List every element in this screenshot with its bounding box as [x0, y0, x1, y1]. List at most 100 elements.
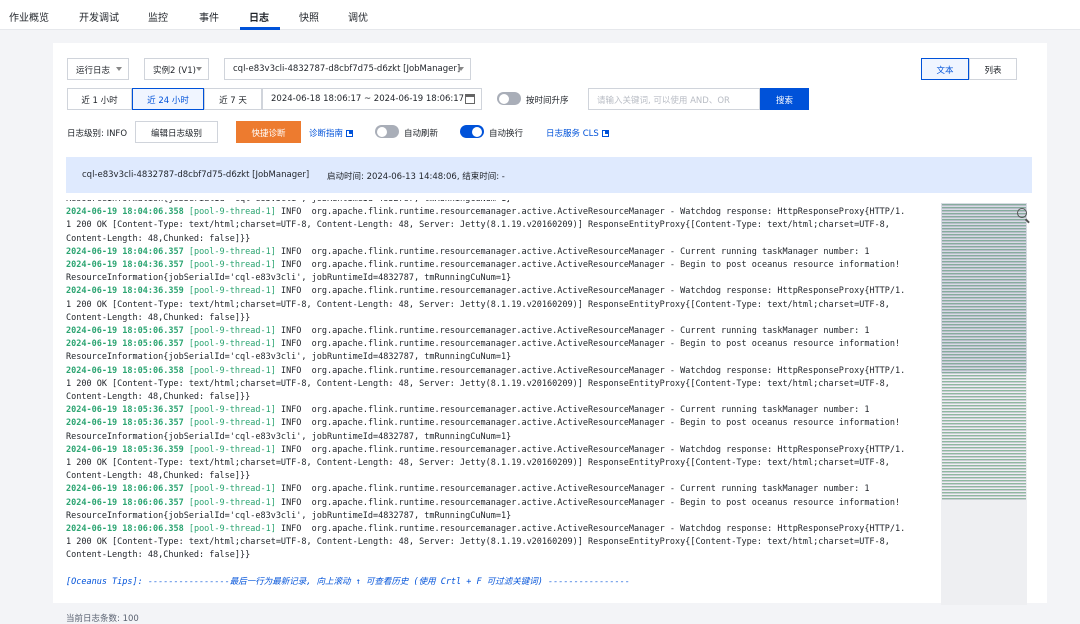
log-type-select[interactable]: 运行日志	[67, 58, 129, 80]
keyword-placeholder: 请输入关键词, 可以使用 AND、OR	[597, 96, 730, 106]
log-line: 2024-06-19 18:05:06.357 [pool-9-thread-1…	[66, 325, 939, 338]
log-timestamp: 2024-06-19 18:06:06.357	[66, 484, 184, 495]
time-1h-button[interactable]: 近 1 小时	[67, 88, 132, 110]
jobmanager-value: cql-e83v3cli-4832787-d8cbf7d75-d6zkt [Jo…	[233, 64, 461, 74]
log-line-continuation: ResourceInformation{jobSerialId='cql-e83…	[66, 431, 512, 442]
log-line: 2024-06-19 18:04:36.359 [pool-9-thread-1…	[66, 285, 939, 298]
log-timestamp: 2024-06-19 18:06:06.357	[66, 497, 184, 508]
jobmanager-select[interactable]: cql-e83v3cli-4832787-d8cbf7d75-d6zkt [Jo…	[224, 58, 471, 80]
time-24h-button[interactable]: 近 24 小时	[132, 88, 204, 110]
log-message: INFO org.apache.flink.runtime.resourcema…	[275, 484, 870, 495]
diagnose-guide-link[interactable]: 诊断指南	[309, 127, 354, 139]
log-thread: [pool-9-thread-1]	[188, 260, 276, 271]
tab-overview[interactable]: 作业概览	[9, 9, 49, 24]
log-thread: [pool-9-thread-1]	[188, 246, 276, 257]
edit-log-level-button[interactable]: 编辑日志级别	[135, 121, 218, 143]
keyword-search-input[interactable]: 请输入关键词, 可以使用 AND、OR	[588, 88, 760, 110]
toggle-knob	[499, 93, 509, 104]
log-message: INFO org.apache.flink.runtime.resourcema…	[275, 524, 906, 535]
log-spacer	[66, 563, 939, 576]
quick-diagnose-button[interactable]: 快捷诊断	[236, 121, 301, 143]
log-timestamp: 2024-06-19 18:05:06.358	[66, 365, 184, 376]
log-count: 当前日志条数: 100	[66, 614, 139, 624]
log-timestamp: 2024-06-19 18:05:36.357	[66, 418, 184, 429]
instance-select[interactable]: 实例2 (V1)	[144, 58, 209, 80]
chevron-down-icon	[196, 67, 202, 71]
search-button[interactable]: 搜索	[760, 88, 809, 110]
auto-refresh-toggle[interactable]	[375, 125, 399, 138]
external-link-icon	[601, 130, 609, 137]
log-line: 2024-06-19 18:06:06.358 [pool-9-thread-1…	[66, 523, 939, 536]
tab-logs[interactable]: 日志	[249, 9, 269, 24]
search-icon[interactable]	[1017, 208, 1027, 218]
log-line-continuation: ResourceInformation{jobSerialId='cql-e83…	[66, 510, 512, 521]
log-thread: [pool-9-thread-1]	[188, 418, 276, 429]
log-line: 2024-06-19 18:05:06.357 [pool-9-thread-1…	[66, 338, 939, 351]
tab-monitor[interactable]: 监控	[148, 9, 168, 24]
calendar-icon	[465, 94, 475, 104]
log-thread: [pool-9-thread-1]	[188, 497, 276, 508]
log-line: 2024-06-19 18:05:36.357 [pool-9-thread-1…	[66, 404, 939, 417]
log-timestamp: 2024-06-19 18:05:06.357	[66, 326, 184, 337]
tab-dev-debug[interactable]: 开发调试	[79, 9, 119, 24]
log-line: 2024-06-19 18:05:06.358 [pool-9-thread-1…	[66, 365, 939, 378]
auto-wrap-label: 自动换行	[489, 129, 524, 139]
cls-service-label: 日志服务 CLS	[546, 129, 599, 139]
banner-job-name: cql-e83v3cli-4832787-d8cbf7d75-d6zkt [Jo…	[82, 170, 310, 180]
log-message: INFO org.apache.flink.runtime.resourcema…	[275, 444, 906, 455]
cls-service-link[interactable]: 日志服务 CLS	[546, 127, 609, 139]
instance-info-banner: cql-e83v3cli-4832787-d8cbf7d75-d6zkt [Jo…	[66, 157, 1032, 193]
external-link-icon	[346, 130, 354, 137]
toggle-knob	[472, 126, 482, 137]
log-timestamp: 2024-06-19 18:04:36.359	[66, 286, 184, 297]
log-timestamp: 2024-06-19 18:04:36.357	[66, 260, 184, 271]
log-timestamp: 2024-06-19 18:04:06.358	[66, 207, 184, 218]
log-thread: [pool-9-thread-1]	[188, 326, 276, 337]
tab-snapshots[interactable]: 快照	[299, 9, 319, 24]
tab-events[interactable]: 事件	[199, 9, 219, 24]
view-list-button[interactable]: 列表	[969, 58, 1017, 80]
log-thread: [pool-9-thread-1]	[188, 405, 276, 416]
log-message: INFO org.apache.flink.runtime.resourcema…	[275, 260, 901, 271]
auto-wrap-toggle[interactable]	[460, 125, 484, 138]
log-message: INFO org.apache.flink.runtime.resourcema…	[275, 418, 901, 429]
log-line: 2024-06-19 18:06:06.357 [pool-9-thread-1…	[66, 483, 939, 496]
log-line-continuation: Content-Length: 48,Chunked: false]}}	[66, 312, 251, 323]
auto-refresh-label: 自动刷新	[404, 129, 439, 139]
log-line-continuation: 1 200 OK [Content-Type: text/html;charse…	[66, 458, 890, 469]
banner-start-time: 启动时间: 2024-06-13 14:48:06, 结束时间: -	[327, 172, 505, 182]
log-line: 2024-06-19 18:06:06.357 [pool-9-thread-1…	[66, 497, 939, 510]
log-line-continuation: 1 200 OK [Content-Type: text/html;charse…	[66, 537, 890, 548]
log-thread: [pool-9-thread-1]	[188, 339, 276, 350]
log-line-continuation: ResourceInformation{jobSerialId='cql-e83…	[66, 352, 512, 363]
log-minimap[interactable]	[941, 203, 1027, 605]
log-viewer[interactable]: ResourceInformation{jobSerialId='cql-e83…	[66, 200, 939, 598]
date-range-picker[interactable]: 2024-06-18 18:06:17 ~ 2024-06-19 18:06:1…	[262, 88, 482, 110]
instance-value: 实例2 (V1)	[153, 66, 196, 76]
log-type-value: 运行日志	[76, 66, 111, 76]
log-line: 2024-06-19 18:04:36.357 [pool-9-thread-1…	[66, 259, 939, 272]
log-thread: [pool-9-thread-1]	[188, 286, 276, 297]
log-line-continuation: Content-Length: 48,Chunked: false]}}	[66, 233, 251, 244]
log-timestamp: 2024-06-19 18:05:36.359	[66, 444, 184, 455]
diagnose-guide-label: 诊断指南	[309, 129, 344, 139]
tab-tuning[interactable]: 调优	[348, 9, 368, 24]
log-timestamp: 2024-06-19 18:06:06.358	[66, 524, 184, 535]
time-7d-button[interactable]: 近 7 天	[204, 88, 262, 110]
log-level-label: 日志级别: INFO	[67, 129, 128, 139]
log-message: INFO org.apache.flink.runtime.resourcema…	[275, 405, 870, 416]
toggle-knob	[377, 126, 387, 137]
log-thread: [pool-9-thread-1]	[188, 444, 276, 455]
active-tab-indicator	[240, 27, 280, 30]
sort-asc-toggle[interactable]	[497, 92, 521, 105]
log-line: 2024-06-19 18:05:36.357 [pool-9-thread-1…	[66, 417, 939, 430]
log-timestamp: 2024-06-19 18:05:06.357	[66, 339, 184, 350]
log-line-continuation: 1 200 OK [Content-Type: text/html;charse…	[66, 220, 890, 231]
view-text-button[interactable]: 文本	[921, 58, 969, 80]
log-thread: [pool-9-thread-1]	[188, 207, 276, 218]
top-nav: 作业概览 开发调试 监控 事件 日志 快照 调优	[0, 0, 1080, 30]
log-line-continuation: ResourceInformation{jobSerialId='cql-e83…	[66, 273, 512, 284]
chevron-down-icon	[458, 67, 464, 71]
log-line-continuation: Content-Length: 48,Chunked: false]}}	[66, 471, 251, 482]
minimap-viewport[interactable]	[941, 203, 1027, 373]
